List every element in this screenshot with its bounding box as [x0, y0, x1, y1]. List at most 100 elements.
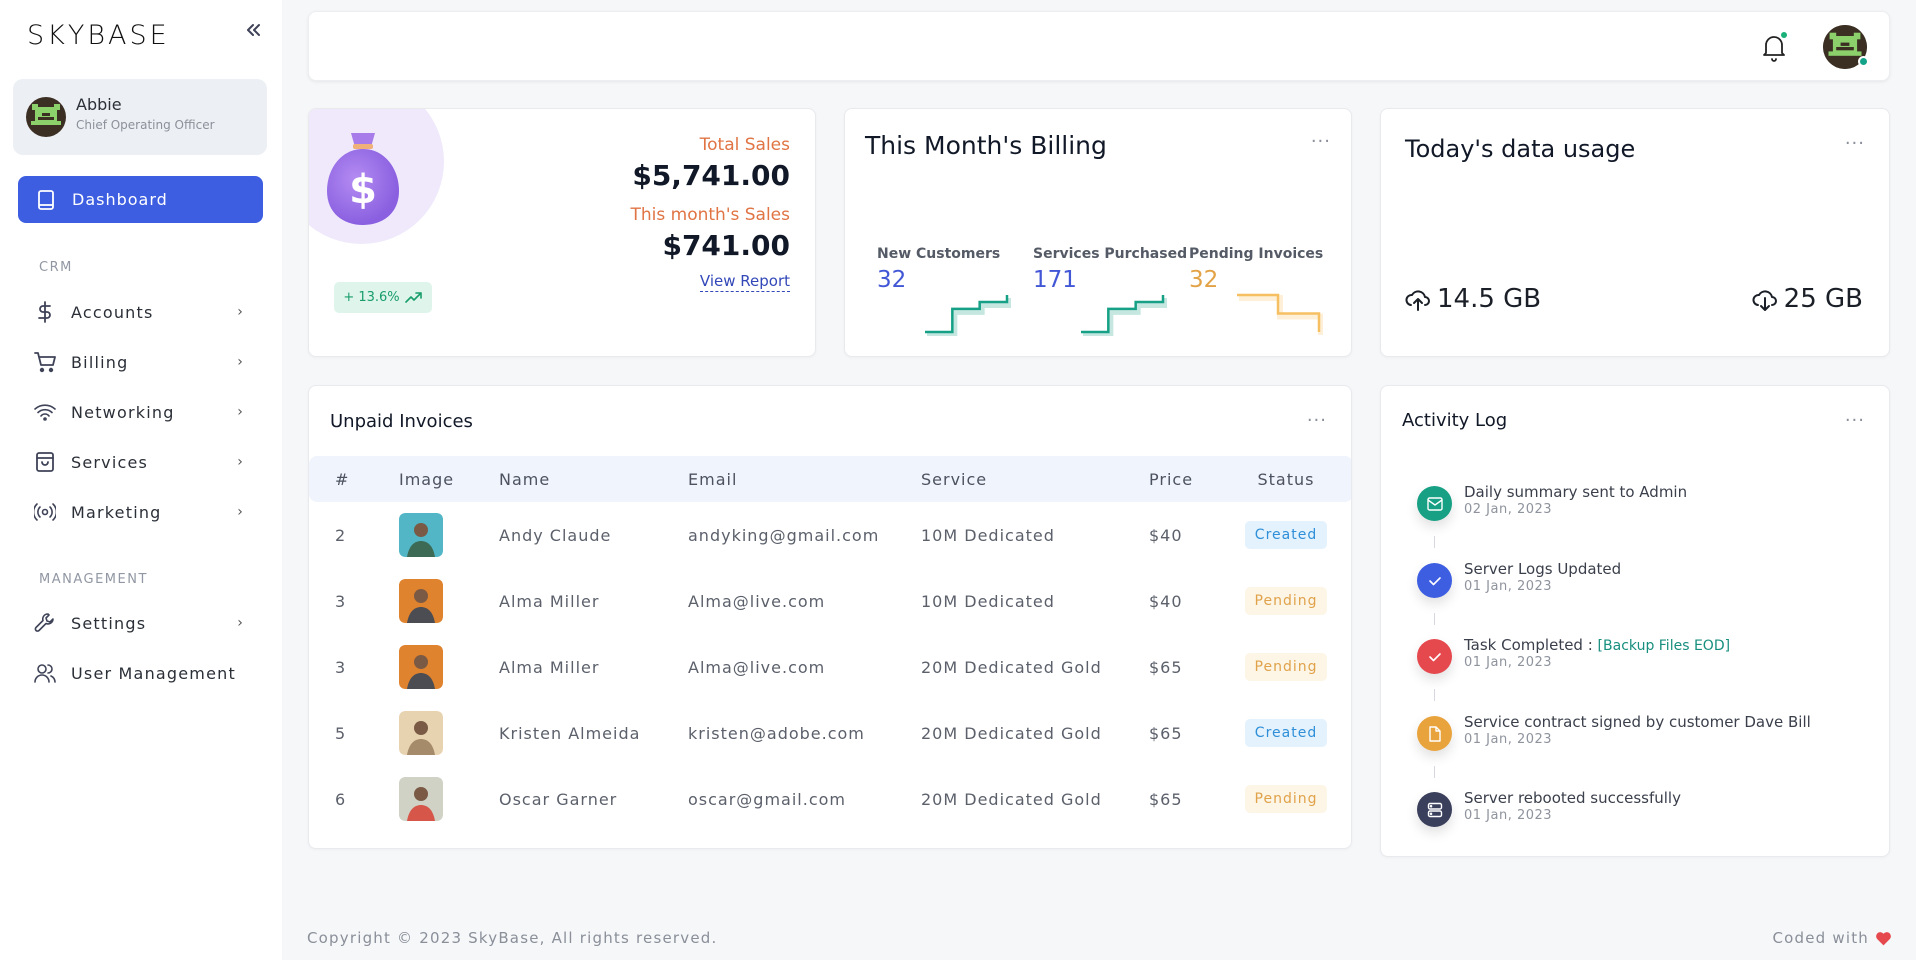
timeline-connector: [1434, 613, 1435, 625]
app-logo[interactable]: SKYBASE: [27, 20, 170, 51]
growth-value: + 13.6%: [343, 290, 400, 305]
user-avatar: [26, 97, 66, 137]
activity-log-card: Activity Log ··· Daily summary sent to A…: [1380, 385, 1890, 857]
cell-image: [399, 700, 499, 766]
sidebar-item-accounts[interactable]: Accounts ›: [34, 296, 244, 328]
table-row[interactable]: 2 Andy Claude andyking@gmail.com 10M Dedica…: [309, 502, 1351, 568]
sidebar-item-marketing[interactable]: Marketing ›: [34, 496, 244, 528]
cell-service: 20M Dedicated Gold: [921, 657, 1102, 677]
invoices-more-button[interactable]: ···: [1307, 412, 1327, 430]
stat-value: 32: [877, 267, 907, 293]
svg-text:$: $: [349, 167, 377, 213]
mail-icon: [1417, 486, 1452, 521]
section-label-crm: CRM: [39, 260, 73, 275]
column-header-price[interactable]: Price: [1149, 456, 1243, 502]
customer-avatar: [399, 711, 443, 755]
activity-date: 01 Jan, 2023: [1464, 579, 1553, 594]
coded-with-text: Coded with: [1772, 929, 1869, 947]
timeline-connector: [1434, 766, 1435, 778]
cell-name: Oscar Garner: [499, 789, 618, 809]
cell-name: Alma Miller: [499, 657, 600, 677]
sidebar-item-label: Networking: [71, 402, 175, 422]
table-row[interactable]: 3 Alma Miller Alma@live.com 10M Dedicated $4…: [309, 568, 1351, 634]
column-header-name[interactable]: Name: [499, 456, 688, 502]
user-role: Chief Operating Officer: [76, 118, 215, 132]
sidebar-item-dashboard[interactable]: Dashboard: [18, 176, 263, 223]
activity-description: Server Logs Updated: [1464, 560, 1622, 578]
notification-dot: [1781, 32, 1787, 38]
stat-pending-invoices: Pending Invoices 32: [1189, 246, 1323, 293]
activity-description: Task Completed :: [1464, 636, 1598, 654]
stat-label: Pending Invoices: [1189, 246, 1324, 262]
customer-avatar: [399, 777, 443, 821]
sidebar-item-networking[interactable]: Networking ›: [34, 396, 244, 428]
stat-services-purchased: Services Purchased 171: [1033, 246, 1187, 293]
collapse-sidebar-button[interactable]: [240, 20, 266, 46]
shopping-bag-icon: [34, 451, 56, 473]
notifications-button[interactable]: [1761, 32, 1789, 64]
sidebar-item-services[interactable]: Services ›: [34, 446, 244, 478]
activity-text: Server rebooted successfully: [1464, 789, 1681, 807]
billing-title: This Month's Billing: [865, 131, 1107, 160]
activity-date: 01 Jan, 2023: [1464, 655, 1553, 670]
table-header-row: # Image Name Email Service Price Status: [309, 456, 1351, 502]
activity-date: 01 Jan, 2023: [1464, 808, 1553, 823]
customer-avatar: [399, 579, 443, 623]
status-badge: Created: [1244, 719, 1328, 747]
activity-description: Daily summary sent to Admin: [1464, 483, 1688, 501]
table-row[interactable]: 3 Alma Miller Alma@live.com 20M Dedicated G…: [309, 634, 1351, 700]
cell-email: oscar@gmail.com: [688, 789, 846, 809]
view-report-link[interactable]: View Report: [699, 272, 790, 292]
top-bar: [308, 11, 1890, 81]
cell-price: $65: [1149, 723, 1183, 743]
activity-text: Server Logs Updated: [1464, 560, 1621, 578]
sidebar-item-user-management[interactable]: User Management: [34, 657, 244, 689]
cell-price: $40: [1149, 525, 1183, 545]
users-icon: [34, 662, 56, 684]
data-usage-more-button[interactable]: ···: [1845, 135, 1865, 153]
cell-email: andyking@gmail.com: [688, 525, 880, 545]
cell-number: 2: [335, 525, 347, 545]
billing-more-button[interactable]: ···: [1311, 133, 1331, 151]
table-row[interactable]: 5 Kristen Almeida kristen@adobe.com 20M Ded…: [309, 700, 1351, 766]
column-header-number[interactable]: #: [309, 456, 399, 502]
cell-email: kristen@adobe.com: [688, 723, 865, 743]
sidebar-item-settings[interactable]: Settings ›: [34, 607, 244, 639]
total-sales-value: $5,741.00: [632, 159, 790, 192]
sidebar-item-label: Settings: [71, 613, 147, 633]
cell-email: Alma@live.com: [688, 591, 826, 611]
broadcast-icon: [34, 501, 56, 523]
sidebar-item-label: User Management: [71, 663, 236, 683]
status-badge: Pending: [1244, 653, 1328, 681]
cell-image: [399, 766, 499, 832]
unpaid-invoices-card: Unpaid Invoices ··· # Image Name Email S…: [308, 385, 1352, 849]
activity-description: Service contract signed by customer Dave…: [1464, 713, 1811, 731]
check-icon: [1417, 563, 1452, 598]
activity-more-button[interactable]: ···: [1845, 412, 1865, 430]
sales-card: $ + 13.6% Total Sales $5,741.00 This mon…: [308, 108, 816, 357]
column-header-service[interactable]: Service: [921, 456, 1149, 502]
timeline-connector: [1434, 536, 1435, 548]
activity-date: 01 Jan, 2023: [1464, 732, 1553, 747]
status-badge: Created: [1244, 521, 1328, 549]
month-sales-label: This month's Sales: [630, 205, 791, 225]
column-header-status[interactable]: Status: [1243, 456, 1351, 502]
user-profile-card[interactable]: Abbie Chief Operating Officer: [13, 79, 267, 155]
double-chevron-left-icon: [247, 24, 260, 36]
wifi-icon: [34, 401, 56, 423]
sidebar-item-billing[interactable]: Billing ›: [34, 346, 244, 378]
cell-number: 3: [335, 591, 347, 611]
month-sales-value: $741.00: [662, 229, 790, 262]
cell-service: 20M Dedicated Gold: [921, 723, 1102, 743]
cell-status: Pending: [1243, 634, 1351, 700]
column-header-image[interactable]: Image: [399, 456, 499, 502]
cell-name: Andy Claude: [499, 525, 612, 545]
column-header-email[interactable]: Email: [688, 456, 921, 502]
profile-avatar-button[interactable]: [1823, 25, 1869, 69]
activity-link[interactable]: [Backup Files EOD]: [1598, 638, 1731, 654]
cell-status: Pending: [1243, 568, 1351, 634]
stat-value: 171: [1033, 267, 1077, 293]
cloud-upload-icon: [1405, 290, 1430, 311]
table-row[interactable]: 6 Oscar Garner oscar@gmail.com 20M Dedicate…: [309, 766, 1351, 832]
invoices-title: Unpaid Invoices: [330, 411, 473, 432]
